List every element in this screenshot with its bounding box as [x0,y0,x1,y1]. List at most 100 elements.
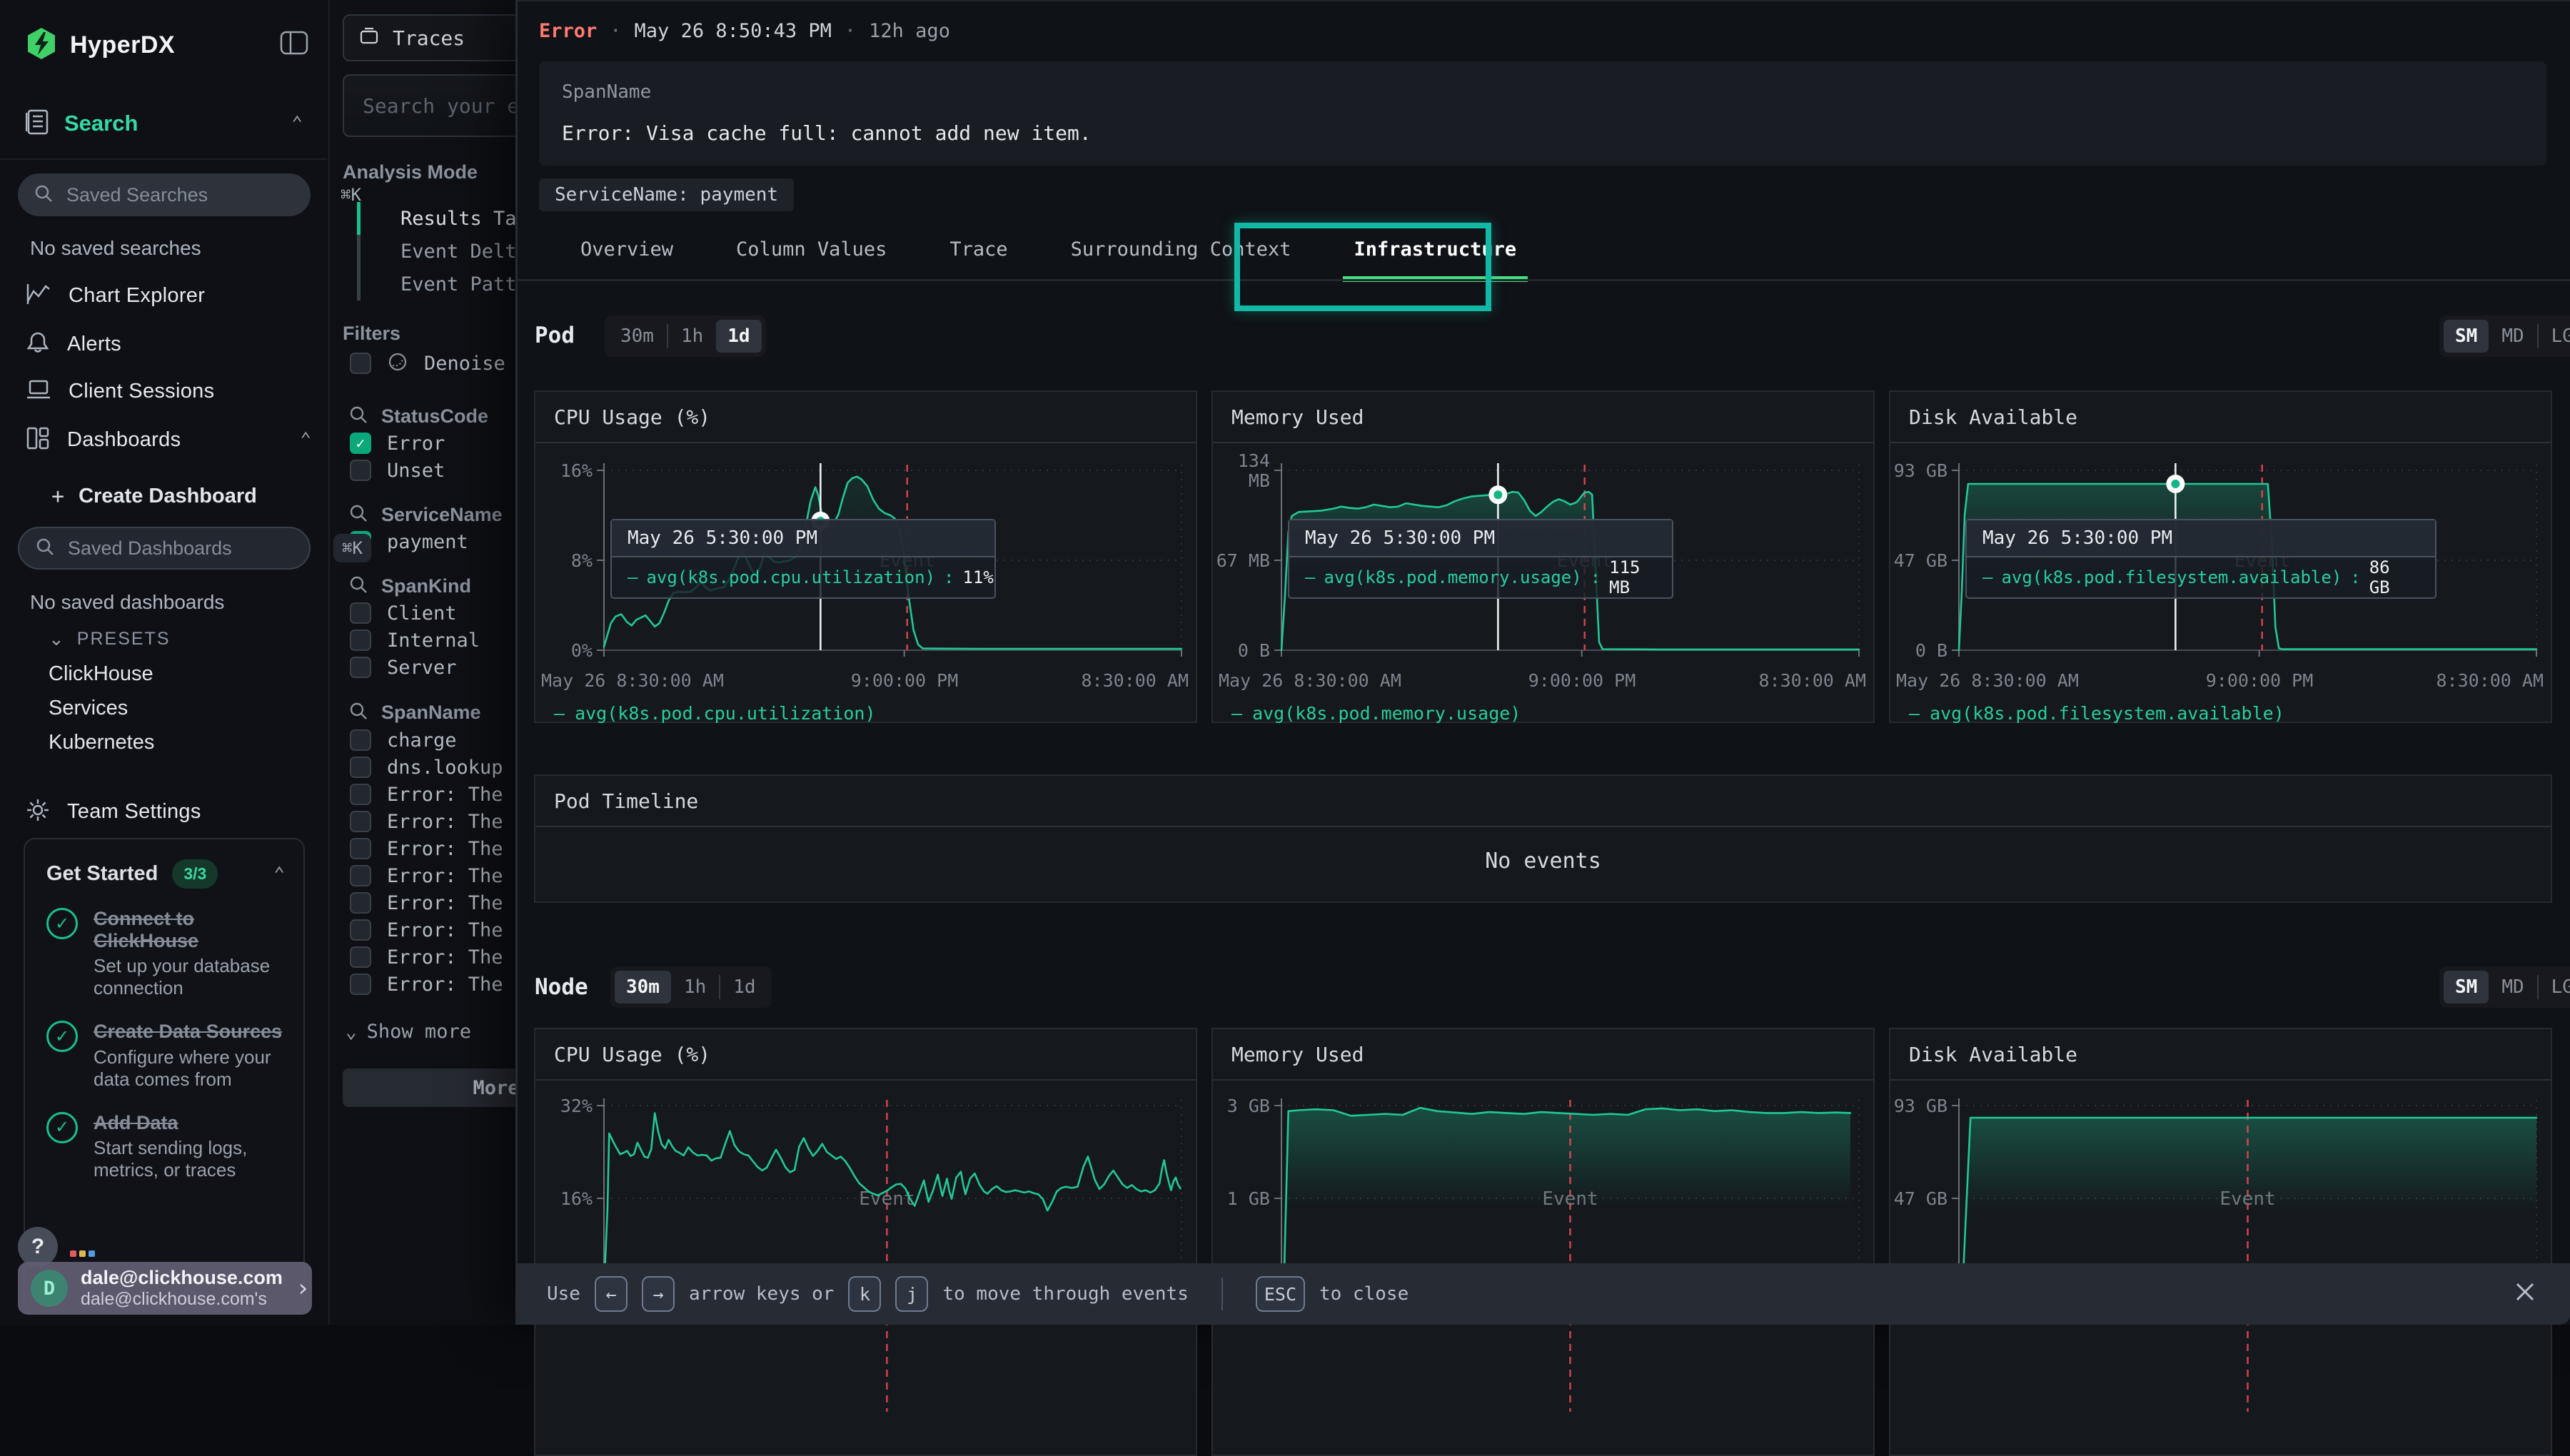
filter-group-statuscode: StatusCode [348,402,488,430]
filter-option[interactable]: Internal [350,627,480,654]
filter-checkbox[interactable] [350,630,371,651]
filter-checkbox[interactable] [350,460,371,481]
saved-searches-input[interactable]: ⌘K [18,173,311,216]
filter-option[interactable]: Error: The cr [350,781,538,808]
sidebar-section-search[interactable]: Search ⌃ [26,108,303,138]
filter-checkbox[interactable] [350,757,371,778]
denoise-checkbox[interactable] [350,353,371,374]
search-icon[interactable] [348,575,368,597]
filter-option[interactable]: Error: The cr [350,835,538,862]
filter-option[interactable]: Error: The cr [350,862,538,889]
saved-dashboards-field[interactable] [66,537,322,560]
filter-option[interactable]: Error: The cr [350,971,538,998]
filter-checkbox[interactable] [350,974,371,995]
filter-checkbox[interactable] [350,946,371,968]
node-disk-chart[interactable]: 93 GB47 GBEvent [1890,1081,2551,1416]
get-started-item[interactable]: ✓ Add Data Start sending logs, metrics, … [46,1112,286,1181]
preset-clickhouse[interactable]: ClickHouse [49,662,153,686]
filter-option[interactable]: Error: The cr [350,944,538,971]
filter-checkbox[interactable] [350,784,371,805]
filter-checkbox[interactable]: ✓ [350,433,371,454]
sidebar-item-team-settings[interactable]: Team Settings [26,798,311,825]
chevron-down-icon: ⌄ [49,628,66,650]
filter-checkbox[interactable] [350,657,371,678]
filter-option[interactable]: Server [350,654,480,681]
filter-option[interactable]: Unset [350,457,445,484]
span-name-label: SpanName [562,81,2524,103]
filter-checkbox[interactable] [350,865,371,886]
chart-tooltip: May 26 5:30:00 PM —avg(k8s.pod.cpu.utili… [610,519,996,599]
search-icon[interactable] [348,405,368,428]
chevron-up-icon[interactable]: ⌃ [291,113,303,134]
filter-option[interactable]: charge [350,727,538,754]
pod-range-30m[interactable]: 30m [609,320,665,353]
node-range-1h[interactable]: 1h [672,971,717,1003]
laptop-icon [26,378,51,404]
pod-size-lg[interactable]: LG [2540,320,2570,353]
check-circle-icon: ✓ [46,1112,78,1143]
saved-dashboards-input[interactable]: ⌘K [18,527,311,570]
filter-checkbox[interactable] [350,602,371,624]
filter-option[interactable]: Error: The cr [350,808,538,835]
pod-range-1d[interactable]: 1d [716,320,761,353]
filter-checkbox[interactable] [350,892,371,914]
filter-option[interactable]: Error: The cr [350,889,538,916]
get-started-card: Get Started 3/3 ⌃ ✓ Connect to ClickHous… [24,838,305,1315]
filter-option[interactable]: ✓ Error [350,430,445,457]
filter-option[interactable]: Client [350,600,480,627]
filter-checkbox[interactable] [350,838,371,859]
filter-checkbox[interactable] [350,919,371,941]
create-dashboard-button[interactable]: + Create Dashboard [51,484,257,509]
search-icon[interactable] [348,503,368,526]
node-range-1d[interactable]: 1d [722,971,767,1003]
sidebar-item-alerts[interactable]: Alerts [26,330,311,358]
svg-text:32%: 32% [560,1096,593,1116]
tab[interactable]: Surrounding Context [1039,228,1323,279]
tab[interactable]: Infrastructure [1323,228,1548,279]
pod-range-1h[interactable]: 1h [670,320,715,353]
tab[interactable]: Column Values [705,228,918,279]
presets-toggle[interactable]: ⌄ PRESETS [49,628,171,650]
collapse-sidebar-icon[interactable] [280,30,308,59]
node-size-sm[interactable]: SM [2444,971,2489,1003]
user-menu[interactable]: D dale@clickhouse.com dale@clickhouse.co… [18,1262,312,1315]
tab[interactable]: Overview [549,228,705,279]
node-memory-chart[interactable]: 3 GB1 GBEvent [1213,1081,1873,1416]
chevron-up-icon[interactable]: ⌃ [300,429,311,450]
chevron-up-icon[interactable]: ⌃ [273,864,285,885]
svg-text:93 GB: 93 GB [1894,460,1947,481]
sidebar-item-chart-explorer[interactable]: Chart Explorer [26,283,311,308]
preset-kubernetes[interactable]: Kubernetes [49,731,154,754]
filter-option[interactable]: Error: The cr [350,916,538,944]
show-more-button[interactable]: ⌄ Show more [346,1021,471,1043]
sidebar-item-client-sessions[interactable]: Client Sessions [26,378,311,404]
node-size-md[interactable]: MD [2490,971,2535,1003]
preset-services[interactable]: Services [49,697,128,720]
right-arrow-key: → [642,1276,675,1312]
filter-group-spanname: SpanName [348,698,481,727]
filter-option[interactable]: dns.lookup [350,754,538,781]
plus-icon: + [51,484,64,509]
service-name-chip[interactable]: ServiceName: payment [539,178,794,211]
k-key: k [848,1276,881,1312]
sidebar-item-dashboards[interactable]: Dashboards ⌃ [26,426,311,453]
node-cpu-chart[interactable]: 32%16%Event [535,1081,1196,1416]
node-size-lg[interactable]: LG [2540,971,2570,1003]
node-range-30m[interactable]: 30m [615,971,671,1003]
chart-title: Memory Used [1213,392,1873,443]
filter-checkbox[interactable] [350,811,371,832]
pod-size-sm[interactable]: SM [2444,320,2489,353]
pod-range-segmented: 30m 1h 1d [605,315,766,357]
close-icon[interactable] [2511,1278,2539,1310]
tab[interactable]: Trace [918,228,1039,279]
svg-text:134: 134 [1238,450,1270,471]
search-icon[interactable] [348,701,368,724]
divider [1221,1278,1223,1310]
get-started-item[interactable]: ✓ Create Data Sources Configure where yo… [46,1021,286,1090]
filter-checkbox[interactable] [350,729,371,751]
saved-searches-field[interactable] [65,183,321,207]
hyperdx-logo-icon [26,27,57,63]
get-started-item[interactable]: ✓ Connect to ClickHouse Set up your data… [46,908,286,999]
pod-size-md[interactable]: MD [2490,320,2535,353]
help-button[interactable]: ? [18,1227,58,1267]
